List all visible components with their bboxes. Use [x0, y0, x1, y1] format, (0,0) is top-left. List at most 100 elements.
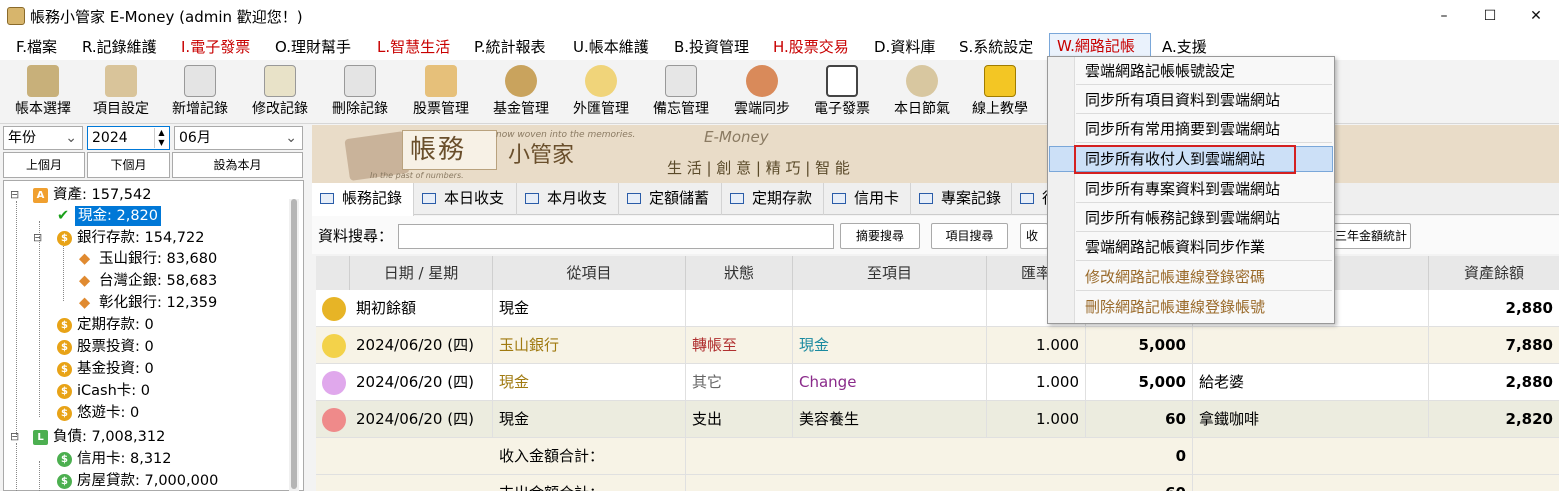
dropdown-item-account-settings[interactable]: 雲端網路記帳帳號設定 [1076, 57, 1332, 85]
bank-card-icon: ◆ [79, 251, 91, 267]
grid-header-from[interactable]: 從項目 [493, 256, 686, 290]
year-spinner[interactable]: 2024 ▲ ▼ [87, 126, 170, 150]
tree-fund-investment[interactable]: 基金投資: 0 [77, 359, 154, 379]
tab-credit-card[interactable]: 信用卡 [824, 183, 911, 215]
dropdown-item-sync-summaries[interactable]: 同步所有常用摘要到雲端網站 [1076, 115, 1332, 143]
tree-stock-investment[interactable]: 股票投資: 0 [77, 337, 154, 357]
online-tutorial-button[interactable]: 線上教學 [962, 60, 1038, 124]
edit-record-button[interactable]: 修改記錄 [241, 60, 319, 124]
grid-header-date[interactable]: 日期 / 星期 [350, 256, 493, 290]
dropdown-item-delete-account[interactable]: 刪除網路記帳連線登錄帳號 [1076, 293, 1332, 321]
ledger-select-button[interactable]: 帳本選擇 [2, 60, 84, 124]
table-icon [320, 193, 334, 204]
tree-bank-a[interactable]: 玉山銀行: 83,680 [99, 249, 217, 269]
fund-management-button[interactable]: 基金管理 [482, 60, 560, 124]
tree-credit-card[interactable]: 信用卡: 8,312 [77, 449, 172, 469]
tab-bar: 帳務記錄 本日收支 本月收支 定額儲蓄 定期存款 信用卡 專案記錄 行 [312, 183, 1559, 216]
money-bag-icon [322, 297, 346, 321]
tree-liabilities[interactable]: 負債: 7,008,312 [53, 427, 165, 447]
minimize-button[interactable]: – [1421, 0, 1467, 32]
tab-time-deposit[interactable]: 定期存款 [722, 183, 824, 215]
gear-icon [105, 65, 137, 97]
grid-header-to[interactable]: 至項目 [793, 256, 987, 290]
cloud-sync-button[interactable]: 雲端同步 [722, 60, 802, 124]
menu-support[interactable]: A.支援 [1158, 36, 1211, 58]
collapse-toggle-icon[interactable]: ⊟ [10, 185, 19, 205]
tree-easycard[interactable]: 悠遊卡: 0 [77, 403, 139, 423]
dropdown-item-sync-records[interactable]: 同步所有帳務記錄到雲端網站 [1076, 204, 1332, 232]
coin-icon: $ [57, 406, 72, 421]
highlight-frame [1074, 145, 1296, 174]
window-title: 帳務小管家 E-Money (admin 歡迎您！) [30, 8, 303, 26]
solar-term-button[interactable]: 本日節氣 [882, 60, 962, 124]
delete-record-button[interactable]: 刪除記錄 [321, 60, 399, 124]
stock-management-button[interactable]: 股票管理 [402, 60, 480, 124]
set-current-month-button[interactable]: 設為本月 [172, 152, 303, 178]
tree-bank-c[interactable]: 彰化銀行: 12,359 [99, 293, 217, 313]
prev-month-button[interactable]: 上個月 [3, 152, 85, 178]
ledger-icon [27, 65, 59, 97]
three-year-stats-button[interactable]: 三年金額統計 [1331, 223, 1411, 249]
tab-more[interactable]: 行 [1012, 183, 1057, 215]
dropdown-item-sync-items[interactable]: 同步所有項目資料到雲端網站 [1076, 86, 1332, 114]
tab-projects[interactable]: 專案記錄 [911, 183, 1012, 215]
tab-ledger-records[interactable]: 帳務記錄 [312, 183, 414, 216]
menu-smart-life[interactable]: L.智慧生活 [373, 36, 454, 58]
banner-brand-a: 帳務 [410, 135, 467, 165]
menu-ledger-maintenance[interactable]: U.帳本維護 [569, 36, 653, 58]
tab-today[interactable]: 本日收支 [414, 183, 517, 215]
memo-management-button[interactable]: 備忘管理 [642, 60, 720, 124]
menu-system-settings[interactable]: S.系統設定 [955, 36, 1037, 58]
checkmark-icon: ✔ [57, 208, 70, 224]
forex-management-button[interactable]: 外匯管理 [562, 60, 640, 124]
tree-mortgage[interactable]: 房屋貸款: 7,000,000 [77, 471, 218, 491]
e-invoice-button[interactable]: 電子發票 [802, 60, 882, 124]
coin-icon: $ [57, 384, 72, 399]
collapse-toggle-icon[interactable]: ⊟ [10, 427, 19, 447]
menu-stock-trading[interactable]: H.股票交易 [769, 36, 853, 58]
maximize-button[interactable]: ☐ [1467, 0, 1513, 32]
month-select[interactable]: 06月 ⌄ [174, 126, 303, 150]
item-settings-button[interactable]: 項目設定 [84, 60, 158, 124]
tab-this-month[interactable]: 本月收支 [517, 183, 619, 215]
add-record-button[interactable]: 新增記錄 [161, 60, 239, 124]
menu-e-invoice[interactable]: I.電子發票 [177, 36, 254, 58]
dropdown-item-change-password[interactable]: 修改網路記帳連線登錄密碼 [1076, 263, 1332, 291]
spinner-arrows-icon[interactable]: ▲ ▼ [154, 128, 168, 148]
partial-search-button[interactable]: 收 [1020, 223, 1048, 249]
tree-cash[interactable]: 現金: 2,820 [75, 206, 162, 226]
collapse-toggle-icon[interactable]: ⊟ [33, 228, 42, 248]
summary-search-button[interactable]: 摘要搜尋 [840, 223, 920, 249]
tree-scrollbar[interactable] [289, 199, 299, 491]
search-label: 資料搜尋： [318, 227, 394, 245]
tree-bank-deposit[interactable]: 銀行存款: 154,722 [77, 228, 204, 248]
bank-card-icon: ◆ [79, 295, 91, 311]
menu-file[interactable]: F.檔案 [12, 36, 61, 58]
item-search-button[interactable]: 項目搜尋 [931, 223, 1008, 249]
dropdown-item-sync-operation[interactable]: 雲端網路記帳資料同步作業 [1076, 233, 1332, 261]
close-button[interactable]: ✕ [1513, 0, 1559, 32]
coin-icon: $ [57, 318, 72, 333]
scrollbar-thumb[interactable] [291, 199, 297, 489]
table-icon [919, 193, 933, 204]
grid-header-status[interactable]: 狀態 [686, 256, 793, 290]
tree-icash[interactable]: iCash卡: 0 [77, 381, 150, 401]
records-grid: 日期 / 星期 從項目 狀態 至項目 匯率 資產餘額 期初餘額 現金 2,880… [316, 256, 1559, 491]
period-type-select[interactable]: 年份 ⌄ [3, 126, 83, 150]
menu-finance-helper[interactable]: O.理財幫手 [271, 36, 355, 58]
dropdown-item-sync-projects[interactable]: 同步所有專案資料到雲端網站 [1076, 175, 1332, 203]
grid-header-balance[interactable]: 資產餘額 [1429, 256, 1559, 290]
forex-icon [585, 65, 617, 97]
menu-record-maintenance[interactable]: R.記錄維護 [78, 36, 161, 58]
application-window: { "window": {"title": "帳務小管家 E-Money (ad… [0, 0, 1559, 491]
tab-fixed-saving[interactable]: 定額儲蓄 [619, 183, 722, 215]
next-month-button[interactable]: 下個月 [87, 152, 170, 178]
search-input[interactable] [398, 224, 834, 249]
memo-icon [665, 65, 697, 97]
menu-reports[interactable]: P.統計報表 [470, 36, 549, 58]
menu-database[interactable]: D.資料庫 [870, 36, 939, 58]
menu-investment[interactable]: B.投資管理 [670, 36, 753, 58]
tree-bank-b[interactable]: 台灣企銀: 58,683 [99, 271, 217, 291]
tree-assets[interactable]: 資產: 157,542 [53, 185, 151, 205]
tree-fixed-deposit[interactable]: 定期存款: 0 [77, 315, 154, 335]
